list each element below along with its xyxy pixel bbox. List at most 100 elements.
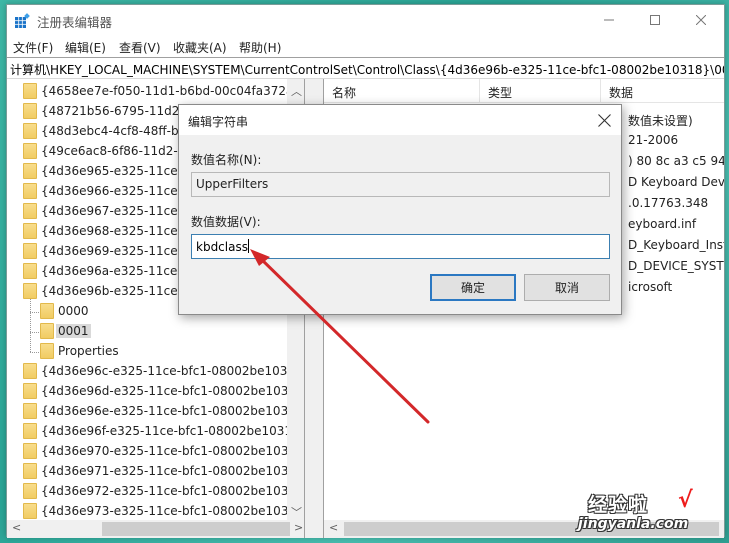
folder-icon xyxy=(23,83,37,99)
ok-button[interactable]: 确定 xyxy=(430,274,516,301)
folder-icon xyxy=(23,283,37,299)
value-data-cell: D_Keyboard_Inst.N xyxy=(628,238,724,252)
tree-item[interactable]: {4658ee7e-f050-11d1-b6bd-00c04fa372a7} xyxy=(7,81,303,101)
folder-icon xyxy=(23,443,37,459)
value-data-cell: ) 80 8c a3 c5 94 c6 xyxy=(628,154,724,168)
scroll-thumb[interactable] xyxy=(102,522,290,536)
watermark: 经验啦 √ jingyanla.com xyxy=(578,488,718,538)
value-data-cell: icrosoft xyxy=(628,280,673,294)
tree-item-label: 0000 xyxy=(58,304,89,318)
value-data-field[interactable]: kbdclass xyxy=(191,234,610,259)
watermark-text: 经验啦 xyxy=(588,494,649,516)
value-name-text: UpperFilters xyxy=(196,177,269,191)
tree-item-label: {4d36e972-e325-11ce-bfc1-08002be10318} xyxy=(41,484,303,498)
checkmark-icon: √ xyxy=(678,488,693,513)
menu-favorites[interactable]: 收藏夹(A) xyxy=(173,39,227,56)
value-data-cell: D Keyboard Devic xyxy=(628,175,724,189)
scroll-left-icon[interactable]: < xyxy=(12,521,21,534)
tree-item[interactable]: {4d36e96d-e325-11ce-bfc1-08002be10318} xyxy=(7,381,303,401)
value-data-label: 数值数据(V): xyxy=(191,215,261,229)
close-icon xyxy=(696,15,706,25)
folder-icon xyxy=(23,463,37,479)
tree-connector xyxy=(30,299,31,352)
tree-item[interactable]: {4d36e973-e325-11ce-bfc1-08002be10318} xyxy=(7,501,303,521)
menu-bar: 文件(F) 编辑(E) 查看(V) 收藏夹(A) 帮助(H) xyxy=(7,37,724,57)
column-header-type[interactable]: 类型 xyxy=(480,79,601,103)
close-icon xyxy=(597,113,611,127)
folder-icon xyxy=(23,483,37,499)
edit-string-dialog: 编辑字符串 数值名称(N): UpperFilters 数值数据(V): kbd… xyxy=(178,104,622,315)
tree-connector xyxy=(30,352,39,353)
text-caret xyxy=(247,239,249,253)
value-data-cell: 数值未设置) xyxy=(628,114,693,128)
folder-icon xyxy=(23,143,37,159)
folder-icon xyxy=(23,403,37,419)
tree-item-label: 0001 xyxy=(56,324,91,338)
tree-item[interactable]: {4d36e972-e325-11ce-bfc1-08002be10318} xyxy=(7,481,303,501)
tree-item[interactable]: {4d36e971-e325-11ce-bfc1-08002be10318} xyxy=(7,461,303,481)
menu-help[interactable]: 帮助(H) xyxy=(239,39,281,56)
tree-horizontal-scrollbar[interactable]: < > xyxy=(7,520,304,538)
scroll-down-icon[interactable]: ﹀ xyxy=(291,504,302,520)
address-bar[interactable]: 计算机\HKEY_LOCAL_MACHINE\SYSTEM\CurrentCon… xyxy=(7,57,724,79)
maximize-button[interactable] xyxy=(632,5,678,35)
value-data-text: kbdclass xyxy=(196,240,248,254)
value-data-cell: D_DEVICE_SYSTEM xyxy=(628,259,724,273)
folder-icon xyxy=(23,263,37,279)
folder-icon xyxy=(23,503,37,519)
folder-icon xyxy=(23,243,37,259)
tree-item[interactable]: {4d36e96f-e325-11ce-bfc1-08002be10318} xyxy=(7,421,303,441)
tree-item-label: {4d36e96d-e325-11ce-bfc1-08002be10318} xyxy=(41,384,303,398)
tree-item-label: {4d36e96e-e325-11ce-bfc1-08002be10318} xyxy=(41,404,303,418)
tree-connector xyxy=(30,332,39,333)
tree-child-item[interactable]: 0001 xyxy=(7,321,287,341)
tree-item-label: {4d36e971-e325-11ce-bfc1-08002be10318} xyxy=(41,464,303,478)
folder-icon xyxy=(40,303,54,319)
folder-icon xyxy=(40,343,54,359)
folder-icon xyxy=(23,423,37,439)
folder-icon xyxy=(40,323,54,339)
dialog-close-button[interactable] xyxy=(593,109,615,131)
value-data-cell: .0.17763.348 xyxy=(628,196,709,210)
title-bar: 注册表编辑器 xyxy=(7,5,724,35)
dialog-title-bar: 编辑字符串 xyxy=(179,105,621,135)
scroll-right-icon[interactable]: > xyxy=(294,521,303,534)
folder-icon xyxy=(23,203,37,219)
column-header-data[interactable]: 数据 xyxy=(601,79,724,103)
tree-item-label: {4d36e973-e325-11ce-bfc1-08002be10318} xyxy=(41,504,303,518)
maximize-icon xyxy=(650,15,660,25)
cancel-button[interactable]: 取消 xyxy=(524,274,610,301)
folder-icon xyxy=(23,383,37,399)
tree-connector xyxy=(30,312,39,313)
close-button[interactable] xyxy=(678,5,724,35)
minimize-icon xyxy=(604,19,614,21)
window-title: 注册表编辑器 xyxy=(37,15,113,30)
value-data-cell: eyboard.inf xyxy=(628,217,697,231)
folder-icon xyxy=(23,103,37,119)
folder-icon xyxy=(23,163,37,179)
minimize-button[interactable] xyxy=(586,5,632,35)
value-name-label: 数值名称(N): xyxy=(191,153,262,167)
tree-item-label: {4d36e96f-e325-11ce-bfc1-08002be10318} xyxy=(41,424,303,438)
tree-item-label: {4658ee7e-f050-11d1-b6bd-00c04fa372a7} xyxy=(41,84,303,98)
menu-view[interactable]: 查看(V) xyxy=(119,39,161,56)
value-data-cell: 21-2006 xyxy=(628,133,679,147)
folder-icon xyxy=(23,223,37,239)
tree-item-label: {4d36e96c-e325-11ce-bfc1-08002be10318} xyxy=(41,364,303,378)
tree-item[interactable]: {4d36e96c-e325-11ce-bfc1-08002be10318} xyxy=(7,361,303,381)
regedit-app-icon xyxy=(15,13,30,28)
scroll-left-icon[interactable]: < xyxy=(329,521,338,534)
column-header-name[interactable]: 名称 xyxy=(324,79,480,103)
tree-item[interactable]: {4d36e96e-e325-11ce-bfc1-08002be10318} xyxy=(7,401,303,421)
scroll-up-icon[interactable]: ︿ xyxy=(291,83,302,99)
folder-icon xyxy=(23,123,37,139)
menu-file[interactable]: 文件(F) xyxy=(13,39,53,56)
value-name-field[interactable]: UpperFilters xyxy=(191,172,610,197)
tree-item-label: Properties xyxy=(58,344,119,358)
folder-icon xyxy=(23,363,37,379)
tree-child-item[interactable]: Properties xyxy=(7,341,287,361)
watermark-url: jingyanla.com xyxy=(578,516,689,532)
menu-edit[interactable]: 编辑(E) xyxy=(65,39,106,56)
folder-icon xyxy=(23,183,37,199)
tree-item[interactable]: {4d36e970-e325-11ce-bfc1-08002be10318} xyxy=(7,441,303,461)
